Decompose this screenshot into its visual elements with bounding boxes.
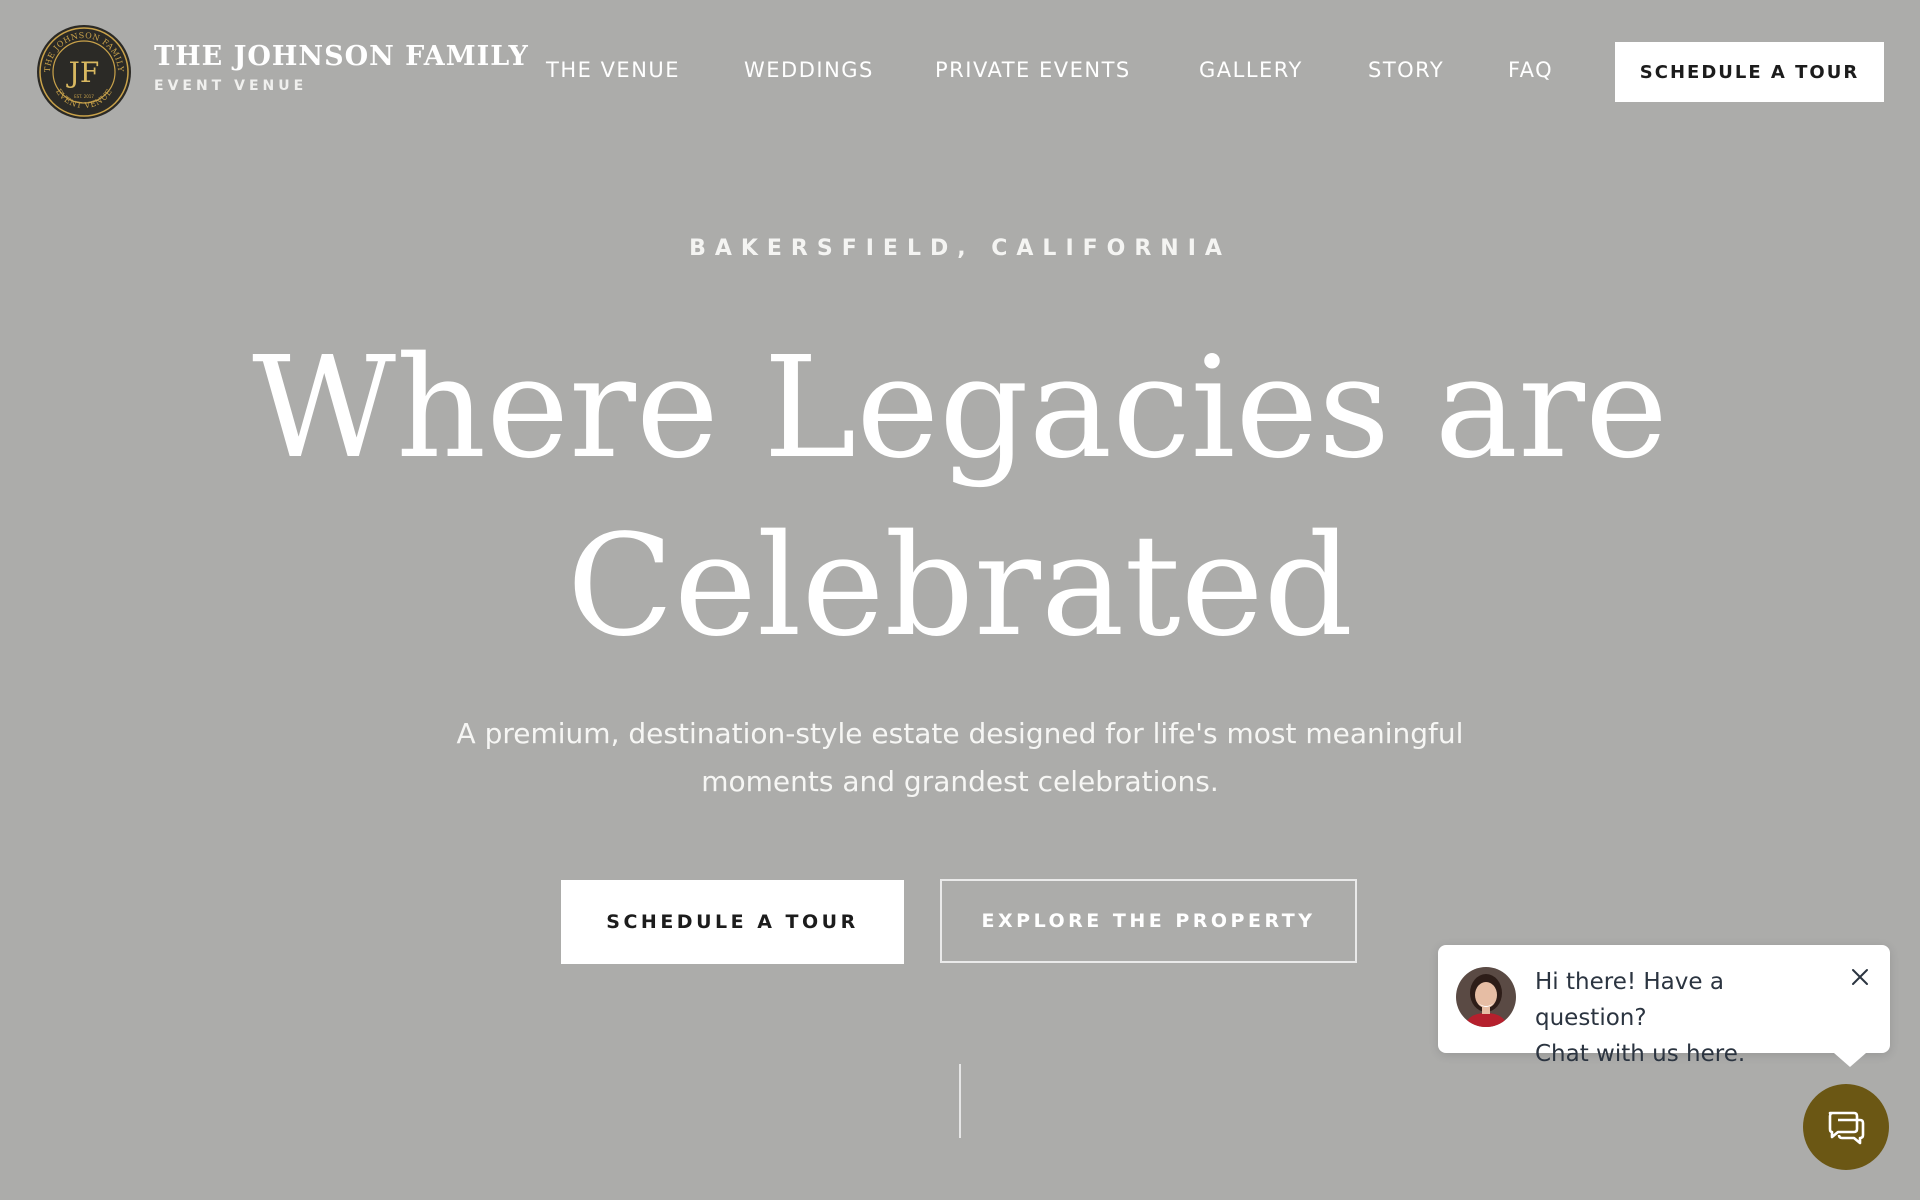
nav-item-faq[interactable]: FAQ — [1508, 58, 1553, 82]
nav-item-the-venue[interactable]: THE VENUE — [546, 58, 680, 82]
hero-location: BAKERSFIELD, CALIFORNIA — [689, 236, 1231, 261]
nav-item-story[interactable]: STORY — [1368, 58, 1444, 82]
hero-schedule-tour-button[interactable]: SCHEDULE A TOUR — [561, 880, 904, 964]
brand-subtitle: EVENT VENUE — [154, 77, 308, 94]
hero-title: Where Legacies are Celebrated — [0, 320, 1920, 676]
hero-title-line-2: Celebrated — [566, 505, 1354, 668]
chat-prompt-bubble[interactable]: Hi there! Have a question? Chat with us … — [1438, 945, 1890, 1067]
logo-monogram: JF — [66, 56, 100, 89]
site-header: THE JOHNSON FAMILY EVENT VENUE JF EST. 2… — [0, 0, 1920, 146]
brand-name: THE JOHNSON FAMILY — [154, 40, 529, 72]
logo-established: EST. 2017 — [74, 94, 94, 99]
chat-bubbles-icon — [1828, 1111, 1865, 1145]
scroll-indicator — [959, 1064, 961, 1138]
close-icon[interactable] — [1848, 965, 1872, 989]
explore-property-button[interactable]: EXPLORE THE PROPERTY — [940, 879, 1357, 963]
brand: THE JOHNSON FAMILY EVENT VENUE — [154, 41, 529, 94]
logo-link[interactable]: THE JOHNSON FAMILY EVENT VENUE JF EST. 2… — [36, 24, 529, 120]
logo-seal: THE JOHNSON FAMILY EVENT VENUE JF EST. 2… — [37, 25, 131, 119]
hero-subtitle: A premium, destination-style estate desi… — [456, 717, 1464, 798]
nav-item-private-events[interactable]: PRIVATE EVENTS — [935, 58, 1131, 82]
chat-message-line-1: Hi there! Have a question? — [1535, 969, 1724, 1031]
chat-agent-avatar — [1456, 967, 1516, 1027]
nav-item-gallery[interactable]: GALLERY — [1199, 58, 1303, 82]
hero-title-line-1: Where Legacies are — [252, 327, 1668, 490]
chat-launcher-button[interactable] — [1803, 1084, 1889, 1170]
chat-message-line-2: Chat with us here. — [1535, 1041, 1746, 1067]
chat-message: Hi there! Have a question? Chat with us … — [1535, 964, 1835, 1072]
nav-item-weddings[interactable]: WEDDINGS — [744, 58, 874, 82]
header-schedule-tour-button[interactable]: SCHEDULE A TOUR — [1615, 42, 1884, 102]
